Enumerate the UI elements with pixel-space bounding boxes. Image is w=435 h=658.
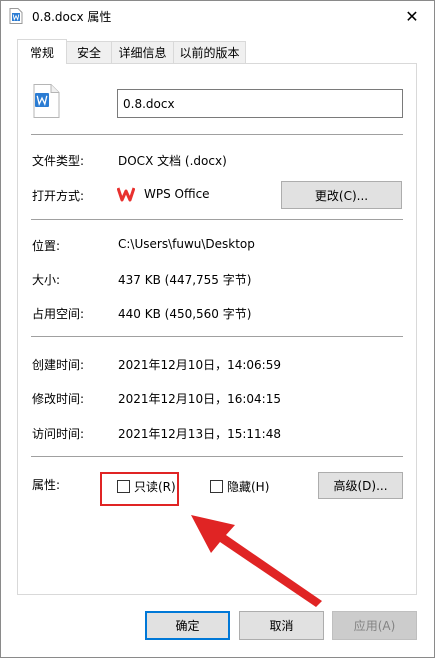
location-value: C:\Users\fuwu\Desktop	[118, 237, 255, 251]
modified-value: 2021年12月10日，16:04:15	[118, 392, 281, 406]
disk-size-label: 占用空间:	[32, 307, 85, 321]
accessed-label: 访问时间:	[32, 427, 85, 441]
readonly-checkbox[interactable]: 只读(R)	[117, 478, 176, 495]
readonly-label: 只读(R)	[134, 480, 176, 494]
cancel-button[interactable]: 取消	[239, 611, 324, 640]
file-name-input[interactable]	[117, 89, 403, 118]
tab-general[interactable]: 常规	[17, 39, 67, 64]
hidden-label: 隐藏(H)	[227, 480, 270, 494]
hidden-checkbox[interactable]: 隐藏(H)	[210, 478, 269, 495]
size-label: 大小:	[32, 273, 61, 287]
tab-general-label: 常规	[29, 45, 54, 60]
file-type-value: DOCX 文档 (.docx)	[118, 154, 227, 168]
apply-button[interactable]: 应用(A)	[332, 611, 417, 640]
file-type-label: 文件类型:	[32, 154, 85, 168]
modified-label: 修改时间:	[32, 392, 85, 406]
created-label: 创建时间:	[32, 358, 85, 372]
close-button[interactable]: ✕	[398, 4, 426, 28]
tab-previous-versions[interactable]: 以前的版本	[173, 41, 246, 63]
advanced-button[interactable]: 高级(D)...	[318, 472, 403, 499]
size-value: 437 KB (447,755 字节)	[118, 273, 252, 287]
open-with-value: WPS Office	[144, 187, 210, 201]
change-button[interactable]: 更改(C)...	[281, 181, 402, 209]
divider	[31, 456, 403, 457]
attributes-label: 属性:	[32, 478, 61, 492]
tab-previous-versions-label: 以前的版本	[179, 46, 240, 60]
word-doc-small-icon	[9, 8, 23, 24]
tab-details-label: 详细信息	[118, 46, 167, 60]
readonly-checkbox-box[interactable]	[117, 480, 130, 493]
tab-security-label: 安全	[76, 46, 101, 60]
wps-office-icon	[117, 187, 135, 202]
location-label: 位置:	[32, 239, 61, 253]
accessed-value: 2021年12月13日，15:11:48	[118, 427, 281, 441]
divider	[31, 134, 403, 135]
ok-button[interactable]: 确定	[145, 611, 230, 640]
disk-size-value: 440 KB (450,560 字节)	[118, 307, 252, 321]
divider	[31, 219, 403, 220]
created-value: 2021年12月10日，14:06:59	[118, 358, 281, 372]
word-document-icon	[33, 84, 60, 118]
hidden-checkbox-box[interactable]	[210, 480, 223, 493]
close-icon: ✕	[405, 6, 419, 26]
window-title: 0.8.docx 属性	[32, 10, 112, 24]
open-with-label: 打开方式:	[32, 189, 85, 203]
divider	[31, 336, 403, 337]
annotation-arrow-icon	[191, 515, 322, 607]
tab-security[interactable]: 安全	[66, 41, 112, 63]
tab-details[interactable]: 详细信息	[111, 41, 174, 63]
